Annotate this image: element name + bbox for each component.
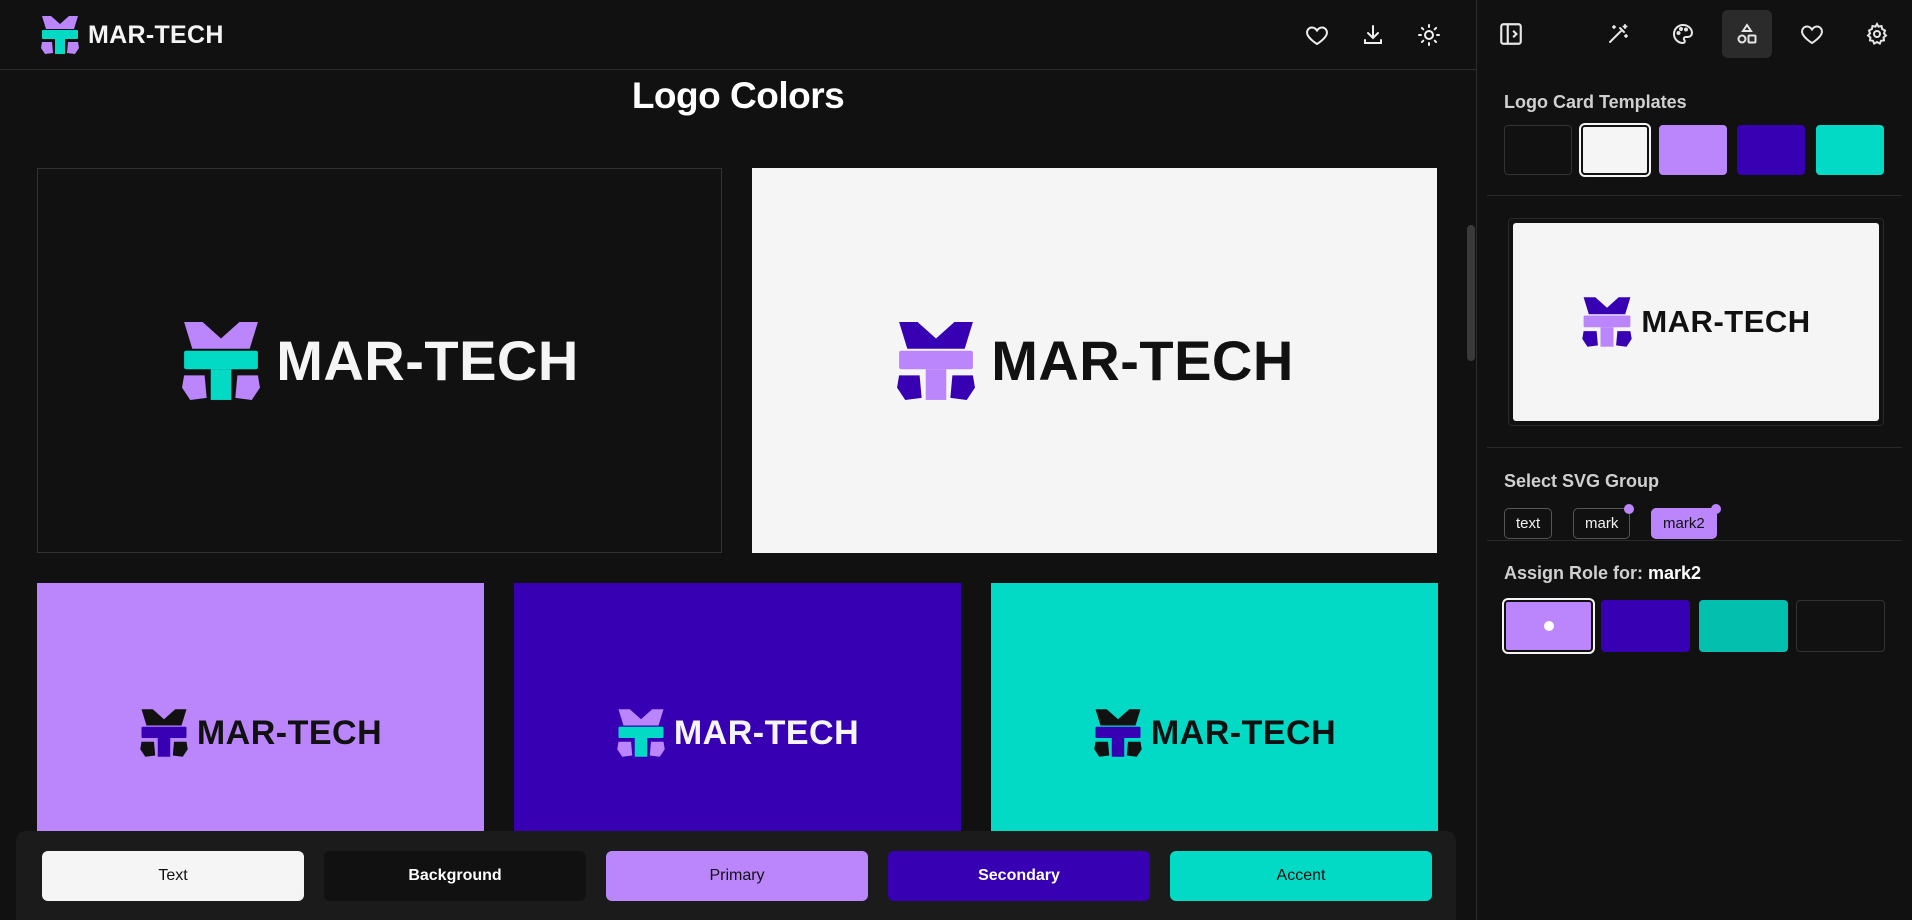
assign-target: mark2 bbox=[1648, 563, 1702, 583]
top-bar: MAR-TECH bbox=[0, 0, 1476, 70]
sidebar-toolbar bbox=[1477, 0, 1912, 70]
brand-logo-icon bbox=[41, 16, 79, 54]
template-preview-card: MAR-TECH bbox=[1513, 223, 1879, 421]
page-title: Logo Colors bbox=[631, 75, 845, 116]
logo: MAR-TECH bbox=[180, 320, 579, 402]
sidebar: Logo Card Templates MAR-TECH Select SVG … bbox=[1477, 0, 1912, 920]
chip-label: mark bbox=[1585, 515, 1619, 532]
status-dot bbox=[1624, 504, 1635, 514]
status-dot bbox=[1710, 504, 1721, 514]
magic-wand-icon[interactable] bbox=[1593, 10, 1643, 58]
download-icon[interactable] bbox=[1356, 18, 1390, 52]
secondary-role-button[interactable]: Secondary bbox=[888, 851, 1150, 901]
heart-icon[interactable] bbox=[1300, 18, 1334, 52]
primary-role-button[interactable]: Primary bbox=[606, 851, 868, 901]
svg-group-text[interactable]: text bbox=[1504, 508, 1553, 539]
palette-icon[interactable] bbox=[1658, 10, 1708, 58]
chip-label: mark2 bbox=[1663, 515, 1705, 532]
logo-mark-icon bbox=[1094, 709, 1142, 757]
svg-group-mark2[interactable]: mark2 bbox=[1651, 504, 1721, 539]
template-swatch-primary[interactable] bbox=[1659, 125, 1727, 175]
heart-icon[interactable] bbox=[1787, 10, 1837, 58]
shapes-icon[interactable] bbox=[1722, 10, 1772, 58]
logo-card-light[interactable]: MAR-TECH bbox=[752, 168, 1437, 553]
logo: MAR-TECH bbox=[1093, 708, 1336, 758]
selected-dot bbox=[1543, 621, 1554, 631]
assign-role-label: Assign Role for: mark2 bbox=[1504, 563, 1701, 584]
background-role-button[interactable]: Background bbox=[324, 851, 586, 901]
logo: MAR-TECH bbox=[616, 708, 859, 758]
template-swatch-light[interactable] bbox=[1581, 125, 1649, 175]
brand-name: MAR-TECH bbox=[88, 20, 224, 49]
sun-icon[interactable] bbox=[1412, 18, 1446, 52]
logo-text: MAR-TECH bbox=[276, 329, 579, 392]
logo: MAR-TECH bbox=[1581, 296, 1810, 348]
app-root: MAR-TECH Logo Colors MAR-TECH MAR-TECH M… bbox=[0, 0, 1912, 920]
main-scrollbar-thumb[interactable] bbox=[1467, 225, 1475, 361]
main-content: Logo Colors MAR-TECH MAR-TECH MAR-TECH M… bbox=[0, 71, 1466, 920]
logo-text: MAR-TECH bbox=[1641, 304, 1811, 339]
svg-group-title: Select SVG Group bbox=[1504, 471, 1660, 491]
panel-toggle-icon[interactable] bbox=[1486, 10, 1536, 58]
logo-mark-icon bbox=[617, 709, 665, 757]
logo-mark-icon bbox=[1582, 297, 1633, 347]
template-swatch-accent[interactable] bbox=[1816, 125, 1884, 175]
logo-mark-icon bbox=[182, 321, 261, 400]
logo: MAR-TECH bbox=[139, 708, 382, 758]
color-role-bar: Text Background Primary Secondary Accent bbox=[16, 831, 1456, 920]
role-swatch-accent[interactable] bbox=[1699, 600, 1788, 652]
brand[interactable]: MAR-TECH bbox=[40, 14, 224, 56]
logo: MAR-TECH bbox=[895, 320, 1294, 402]
accent-role-button[interactable]: Accent bbox=[1170, 851, 1432, 901]
templates-title: Logo Card Templates bbox=[1504, 92, 1687, 112]
divider bbox=[1487, 195, 1902, 196]
logo-mark-icon bbox=[140, 709, 188, 757]
logo-mark-icon bbox=[897, 321, 976, 400]
divider bbox=[1487, 447, 1902, 448]
logo-text: MAR-TECH bbox=[1150, 713, 1337, 752]
assign-label-text: Assign Role for: bbox=[1504, 563, 1649, 583]
template-swatch-dark[interactable] bbox=[1504, 125, 1572, 175]
logo-text: MAR-TECH bbox=[991, 329, 1294, 392]
template-preview: MAR-TECH bbox=[1508, 218, 1884, 426]
template-swatch-secondary[interactable] bbox=[1737, 125, 1805, 175]
logo-text: MAR-TECH bbox=[673, 713, 860, 752]
logo-card-dark[interactable]: MAR-TECH bbox=[37, 168, 722, 553]
role-swatch-background[interactable] bbox=[1796, 600, 1885, 652]
text-role-button[interactable]: Text bbox=[42, 851, 304, 901]
role-swatch-secondary[interactable] bbox=[1601, 600, 1690, 652]
svg-group-mark[interactable]: mark bbox=[1573, 504, 1635, 539]
logo-text: MAR-TECH bbox=[196, 713, 383, 752]
divider bbox=[1487, 540, 1902, 541]
role-swatch-primary[interactable] bbox=[1504, 600, 1593, 652]
gear-icon[interactable] bbox=[1852, 10, 1902, 58]
